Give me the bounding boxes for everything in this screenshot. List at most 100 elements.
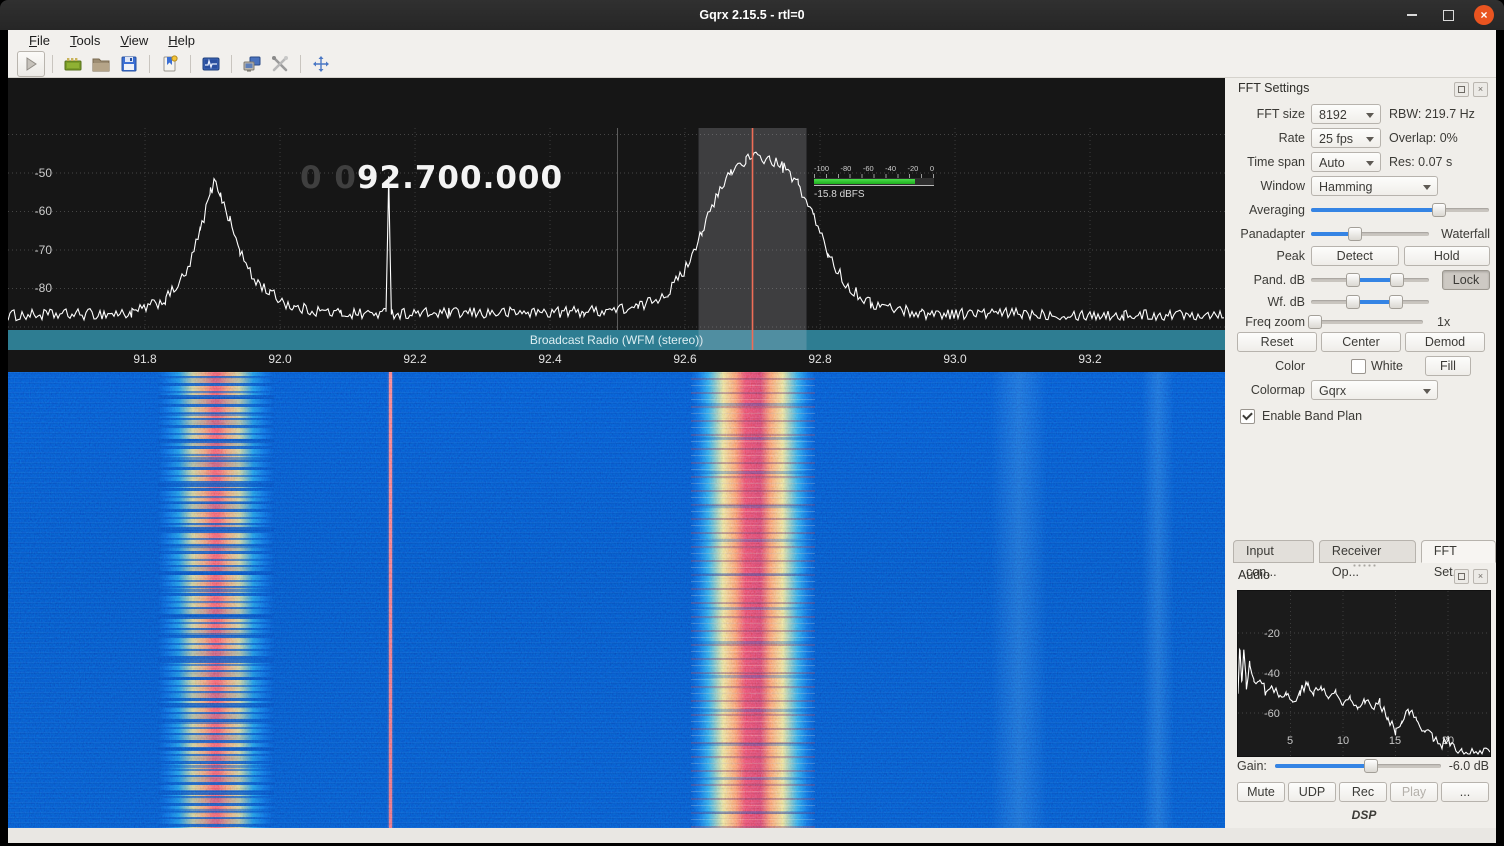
fft-size-select[interactable]: 8192	[1311, 104, 1381, 124]
x-axis-tick: 91.8	[123, 352, 167, 366]
rate-select[interactable]: 25 fps	[1311, 128, 1381, 148]
freq-zoom-label: Freq zoom	[1232, 315, 1305, 329]
menu-help[interactable]: Help	[159, 32, 204, 49]
colormap-label: Colormap	[1232, 383, 1305, 397]
x-axis-tick: 93.2	[1068, 352, 1112, 366]
waterfall-display[interactable]	[8, 372, 1225, 828]
enable-band-plan-checkbox[interactable]	[1240, 409, 1255, 424]
plotter: Broadcast Radio (WFM (stereo)) 0 092.700…	[8, 78, 1225, 828]
slider-handle[interactable]	[1389, 295, 1403, 309]
maximize-button[interactable]	[1438, 5, 1458, 25]
tools-button[interactable]	[267, 52, 293, 76]
dx-cluster-button[interactable]	[239, 52, 265, 76]
averaging-slider[interactable]	[1311, 202, 1489, 218]
splitter-handle[interactable]	[1352, 564, 1376, 567]
start-dsp-button[interactable]	[17, 51, 45, 77]
audio-spectrum-plot: -20 -40 -60 5 10 15 20	[1237, 590, 1491, 757]
window-bottom-edge	[8, 828, 1496, 843]
meter-bar	[814, 178, 934, 186]
slider-handle[interactable]	[1432, 203, 1446, 217]
reset-button[interactable]: Reset	[1237, 332, 1317, 352]
chip-icon	[63, 54, 83, 74]
freq-zoom-value: 1x	[1437, 315, 1450, 329]
pand-db-range-slider[interactable]	[1311, 272, 1429, 288]
waterfall-label: Waterfall	[1441, 227, 1490, 241]
x-axis-tick: 92.4	[528, 352, 572, 366]
x-axis-tick: 92.2	[393, 352, 437, 366]
load-settings-button[interactable]	[88, 52, 114, 76]
waterfall-signal-wfm-station-91.9	[158, 372, 274, 828]
waterfall-signal-wfm-station-92.7	[691, 372, 815, 828]
window-label: Window	[1232, 179, 1305, 193]
peak-detect-button[interactable]: Detect	[1311, 246, 1399, 266]
tab-input-controls[interactable]: Input con...	[1233, 540, 1314, 563]
lock-button[interactable]: Lock	[1442, 270, 1490, 290]
panadapter-plot[interactable]: Broadcast Radio (WFM (stereo)) 0 092.700…	[8, 78, 1225, 372]
close-panel-icon[interactable]: ×	[1473, 82, 1488, 97]
minimize-button[interactable]	[1402, 5, 1422, 25]
menu-view[interactable]: View	[111, 32, 157, 49]
slider-handle[interactable]	[1390, 273, 1404, 287]
slider-handle[interactable]	[1308, 315, 1322, 329]
dsp-label: DSP	[1232, 808, 1496, 822]
rec-button[interactable]: Rec	[1339, 782, 1387, 802]
y-axis-tick: -80	[20, 281, 52, 295]
meter-tick: -20	[907, 165, 918, 173]
udp-button[interactable]: UDP	[1288, 782, 1336, 802]
meter-tick: -40	[885, 165, 896, 173]
x-axis-tick: 93.0	[933, 352, 977, 366]
panadapter-waterfall-split-slider[interactable]	[1311, 226, 1429, 242]
float-panel-icon[interactable]	[1454, 82, 1469, 97]
demod-button[interactable]: Demod	[1405, 332, 1485, 352]
peak-hold-button[interactable]: Hold	[1404, 246, 1491, 266]
fill-button[interactable]: Fill	[1425, 356, 1471, 376]
center-button[interactable]: Center	[1321, 332, 1401, 352]
tab-fft-settings[interactable]: FFT Set...	[1421, 540, 1496, 563]
mute-button[interactable]: Mute	[1237, 782, 1285, 802]
fft-size-label: FFT size	[1232, 107, 1305, 121]
slider-handle[interactable]	[1346, 295, 1360, 309]
waterfall-noise-layer-2	[8, 372, 1225, 828]
gain-value: -6.0 dB	[1449, 759, 1489, 773]
more-options-button[interactable]: ...	[1441, 782, 1489, 802]
settings-dock: FFT Settings × FFT size 8192 RBW: 219.7 …	[1232, 78, 1496, 828]
menu-file[interactable]: File	[20, 32, 59, 49]
rbw-value: RBW: 219.7 Hz	[1389, 107, 1475, 121]
float-panel-icon[interactable]	[1454, 569, 1469, 584]
freq-zoom-slider[interactable]	[1311, 314, 1423, 330]
frequency-display[interactable]: 0 092.700.000	[300, 160, 563, 196]
time-span-select[interactable]: Auto	[1311, 152, 1381, 172]
bookmark-icon	[160, 54, 180, 74]
gain-slider[interactable]	[1275, 758, 1441, 774]
slider-handle[interactable]	[1348, 227, 1362, 241]
fullscreen-button[interactable]	[308, 52, 334, 76]
play-icon	[22, 55, 40, 73]
colormap-select[interactable]: Gqrx	[1311, 380, 1438, 400]
overlap-value: Overlap: 0%	[1389, 131, 1458, 145]
bookmarks-button[interactable]	[157, 52, 183, 76]
audio-y-tick: -60	[1264, 708, 1280, 720]
wf-db-range-slider[interactable]	[1311, 294, 1429, 310]
waterfall-signal-faint-signal-93.3	[1142, 372, 1174, 828]
gain-label: Gain:	[1237, 759, 1267, 773]
play-button[interactable]: Play	[1390, 782, 1438, 802]
window-select[interactable]: Hamming	[1311, 176, 1438, 196]
menu-tools[interactable]: Tools	[61, 32, 109, 49]
close-button[interactable]: ×	[1474, 5, 1494, 25]
close-panel-icon[interactable]: ×	[1473, 569, 1488, 584]
slider-handle[interactable]	[1346, 273, 1360, 287]
panadapter-label: Panadapter	[1232, 227, 1305, 241]
audio-x-tick: 15	[1389, 735, 1401, 747]
fft-settings-title: FFT Settings	[1238, 81, 1309, 95]
meter-tick: 0	[930, 165, 934, 173]
computers-icon	[242, 54, 262, 74]
save-settings-button[interactable]	[116, 52, 142, 76]
audio-y-tick: -40	[1264, 668, 1280, 680]
white-checkbox[interactable]	[1351, 359, 1366, 374]
y-axis-tick: -50	[20, 166, 52, 180]
slider-handle[interactable]	[1364, 759, 1378, 773]
iq-tool-button[interactable]	[198, 52, 224, 76]
tab-receiver-options[interactable]: Receiver Op...	[1319, 540, 1416, 563]
io-devices-button[interactable]	[60, 52, 86, 76]
frequency-leading-zeros: 0 0	[300, 160, 357, 196]
